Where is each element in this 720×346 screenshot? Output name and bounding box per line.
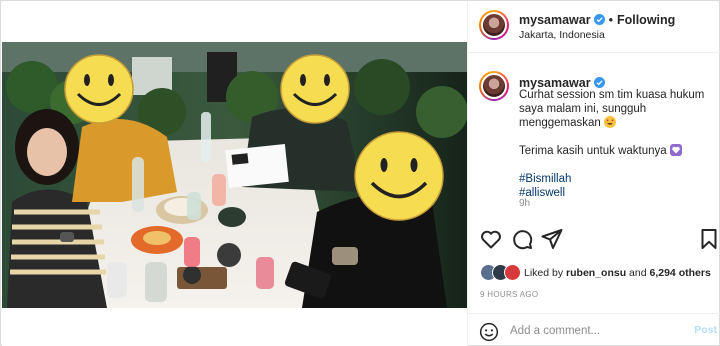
- likes-count-link[interactable]: 6,294 others: [650, 267, 711, 279]
- likes-and: and: [629, 267, 647, 279]
- post-timestamp: 9 HOURS AGO: [480, 290, 539, 299]
- bookmark-icon[interactable]: [697, 227, 720, 251]
- verified-badge-icon: [593, 77, 605, 88]
- post-comment-button[interactable]: Post: [694, 324, 717, 336]
- post-header: mysamawar • Following Jakarta, Indonesia: [468, 2, 720, 53]
- comment-box: Post: [468, 313, 720, 346]
- username-link[interactable]: mysamawar: [519, 13, 591, 27]
- photo-area: [2, 2, 467, 346]
- liker-username-link[interactable]: ruben_onsu: [566, 267, 626, 279]
- hashtag-link[interactable]: #alliswell: [519, 186, 719, 200]
- avatar[interactable]: [479, 71, 509, 101]
- header-user-line: mysamawar • Following: [519, 13, 675, 27]
- caption-block: mysamawar Curhat session sm tim kuasa hu…: [468, 54, 720, 214]
- action-bar: [468, 227, 720, 257]
- likes-prefix: Liked by: [524, 267, 564, 279]
- face-cover-smiley: [280, 54, 350, 124]
- caption-paragraph: Terima kasih untuk waktunya: [519, 144, 719, 158]
- heart-eyes-emoji-icon: [604, 116, 617, 128]
- caption-timestamp: 9h: [519, 198, 531, 209]
- likes-summary: Liked by ruben_onsu and 6,294 others: [524, 267, 711, 279]
- face-cover-smiley: [354, 131, 444, 221]
- purple-heart-emoji-icon: [669, 144, 682, 156]
- comment-input[interactable]: [510, 321, 680, 341]
- location-link[interactable]: Jakarta, Indonesia: [519, 29, 605, 41]
- comment-icon[interactable]: [510, 227, 534, 251]
- likes-row: Liked by ruben_onsu and 6,294 others: [480, 264, 720, 282]
- instagram-post-window: mysamawar • Following Jakarta, Indonesia m…: [0, 0, 720, 346]
- caption-line: Terima kasih untuk waktunya: [519, 145, 667, 157]
- liker-avatar: [504, 264, 521, 281]
- post-side-panel: mysamawar • Following Jakarta, Indonesia m…: [467, 2, 720, 346]
- share-icon[interactable]: [540, 227, 564, 251]
- avatar[interactable]: [479, 10, 509, 40]
- emoji-icon[interactable]: [479, 322, 499, 342]
- caption-text: Curhat session sm tim kuasa hukum saya m…: [519, 88, 719, 200]
- hashtag-link[interactable]: #Bismillah: [519, 172, 719, 186]
- face-cover-smiley: [64, 54, 134, 124]
- following-button[interactable]: Following: [617, 13, 675, 27]
- heart-icon[interactable]: [479, 227, 503, 251]
- caption-paragraph: Curhat session sm tim kuasa hukum saya m…: [519, 88, 719, 130]
- separator-dot: •: [608, 13, 613, 27]
- verified-badge-icon: [593, 14, 605, 25]
- post-photo[interactable]: [2, 42, 467, 308]
